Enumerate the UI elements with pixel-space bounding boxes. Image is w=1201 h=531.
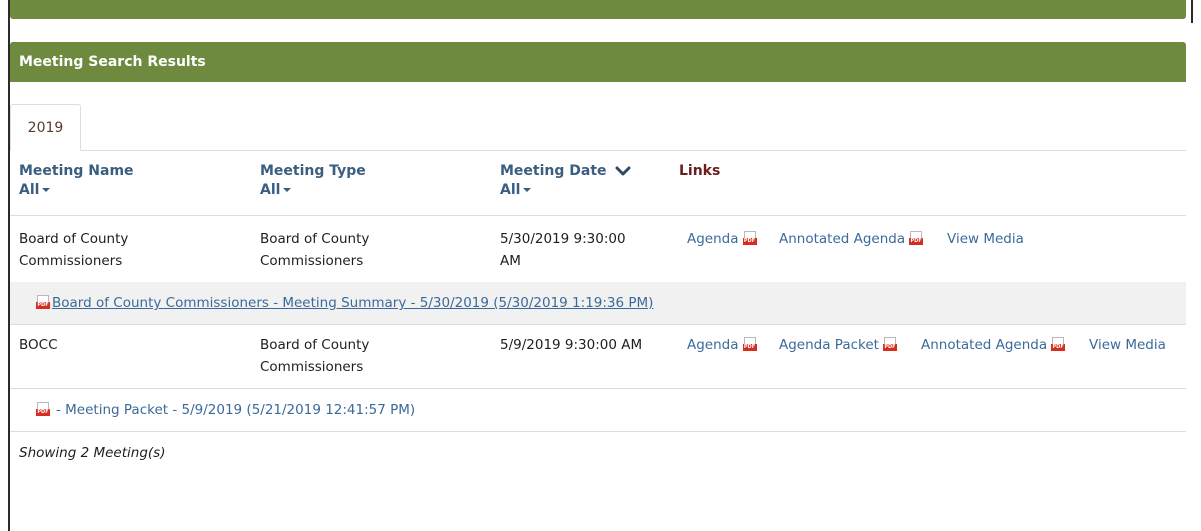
row2-meeting-date-line1: 5/9/2019 9:30:00 AM <box>500 337 643 353</box>
row-divider <box>10 431 1186 432</box>
row-divider <box>10 324 1186 325</box>
column-header-meeting-name: Meeting Name All <box>19 163 134 198</box>
pdf-icon[interactable]: PDF <box>909 231 924 246</box>
row1-meeting-type: Board of County Commissioners <box>260 228 369 272</box>
window-frame-right <box>1191 0 1193 23</box>
row2-agenda-link[interactable]: Agenda PDF <box>687 334 757 356</box>
row2-annotated-agenda-label: Annotated Agenda <box>921 337 1048 353</box>
caret-down-icon <box>42 188 51 192</box>
row1-annotated-agenda-link[interactable]: Annotated Agenda PDF <box>779 228 924 250</box>
meeting-type-filter[interactable]: All <box>260 182 366 198</box>
previous-panel-footer <box>10 0 1186 19</box>
meeting-name-header-label[interactable]: Meeting Name <box>19 163 134 179</box>
row2-agenda-packet-label: Agenda Packet <box>779 337 879 353</box>
pdf-icon: PDF <box>36 402 50 417</box>
row1-view-media-link[interactable]: View Media <box>947 228 1024 250</box>
pdf-icon: PDF <box>36 295 50 310</box>
row1-annotated-agenda-label: Annotated Agenda <box>779 231 906 247</box>
row2-meeting-type-line1: Board of County <box>260 337 370 353</box>
tab-2019[interactable]: 2019 <box>10 104 81 151</box>
row1-agenda-label: Agenda <box>687 231 739 247</box>
meeting-name-filter-label: All <box>19 182 40 198</box>
row1-meeting-date-line2: AM <box>500 253 521 269</box>
caret-down-icon <box>283 188 292 192</box>
meeting-date-header-label: Meeting Date <box>500 163 607 179</box>
column-header-meeting-type: Meeting Type All <box>260 163 366 198</box>
row-divider <box>10 388 1186 389</box>
row1-meeting-type-line2: Commissioners <box>260 253 364 269</box>
meeting-name-filter[interactable]: All <box>19 182 134 198</box>
panel-header: Meeting Search Results <box>10 42 1186 82</box>
row1-agenda-link[interactable]: Agenda PDF <box>687 228 757 250</box>
row2-meeting-type-line2: Commissioners <box>260 359 364 375</box>
row1-meeting-name-line1: Board of County <box>19 231 129 247</box>
header-divider <box>10 215 1186 216</box>
row1-meeting-type-line1: Board of County <box>260 231 370 247</box>
row2-meeting-name: BOCC <box>19 334 58 356</box>
pdf-icon[interactable]: PDF <box>1051 337 1066 352</box>
row2-view-media-link[interactable]: View Media <box>1089 334 1166 356</box>
row2-agenda-packet-link[interactable]: Agenda Packet PDF <box>779 334 897 356</box>
row1-meeting-summary-link[interactable]: PDF Board of County Commissioners - Meeti… <box>36 292 653 314</box>
row2-meeting-name-line1: BOCC <box>19 337 58 353</box>
row1-meeting-date-line1: 5/30/2019 9:30:00 <box>500 231 626 247</box>
chevron-down-icon <box>615 166 631 175</box>
pdf-icon[interactable]: PDF <box>882 337 897 352</box>
row2-meeting-type: Board of County Commissioners <box>260 334 369 378</box>
meeting-type-filter-label: All <box>260 182 281 198</box>
row2-meeting-packet-link[interactable]: PDF - Meeting Packet - 5/9/2019 (5/21/201… <box>36 399 415 421</box>
row2-meeting-packet-label: - Meeting Packet - 5/9/2019 (5/21/2019 1… <box>56 402 416 418</box>
column-header-meeting-date: Meeting Date All <box>500 163 631 198</box>
column-header-links: Links <box>679 163 720 179</box>
meeting-date-filter[interactable]: All <box>500 182 631 198</box>
row2-meeting-date: 5/9/2019 9:30:00 AM <box>500 334 642 356</box>
pdf-icon[interactable]: PDF <box>742 231 757 246</box>
row2-annotated-agenda-link[interactable]: Annotated Agenda PDF <box>921 334 1066 356</box>
row2-agenda-label: Agenda <box>687 337 739 353</box>
row1-meeting-summary-label: Board of County Commissioners - Meeting … <box>52 295 654 311</box>
meeting-date-sort[interactable]: Meeting Date <box>500 163 631 179</box>
links-header-label: Links <box>679 163 721 179</box>
row1-meeting-name: Board of County Commissioners <box>19 228 128 272</box>
meeting-type-header-label[interactable]: Meeting Type <box>260 163 366 179</box>
caret-down-icon <box>523 188 532 192</box>
row1-meeting-name-line2: Commissioners <box>19 253 123 269</box>
tab-bar <box>10 150 1186 151</box>
meeting-date-filter-label: All <box>500 182 521 198</box>
row1-meeting-date: 5/30/2019 9:30:00 AM <box>500 228 626 272</box>
pdf-icon[interactable]: PDF <box>742 337 757 352</box>
results-count: Showing 2 Meeting(s) <box>19 445 166 461</box>
